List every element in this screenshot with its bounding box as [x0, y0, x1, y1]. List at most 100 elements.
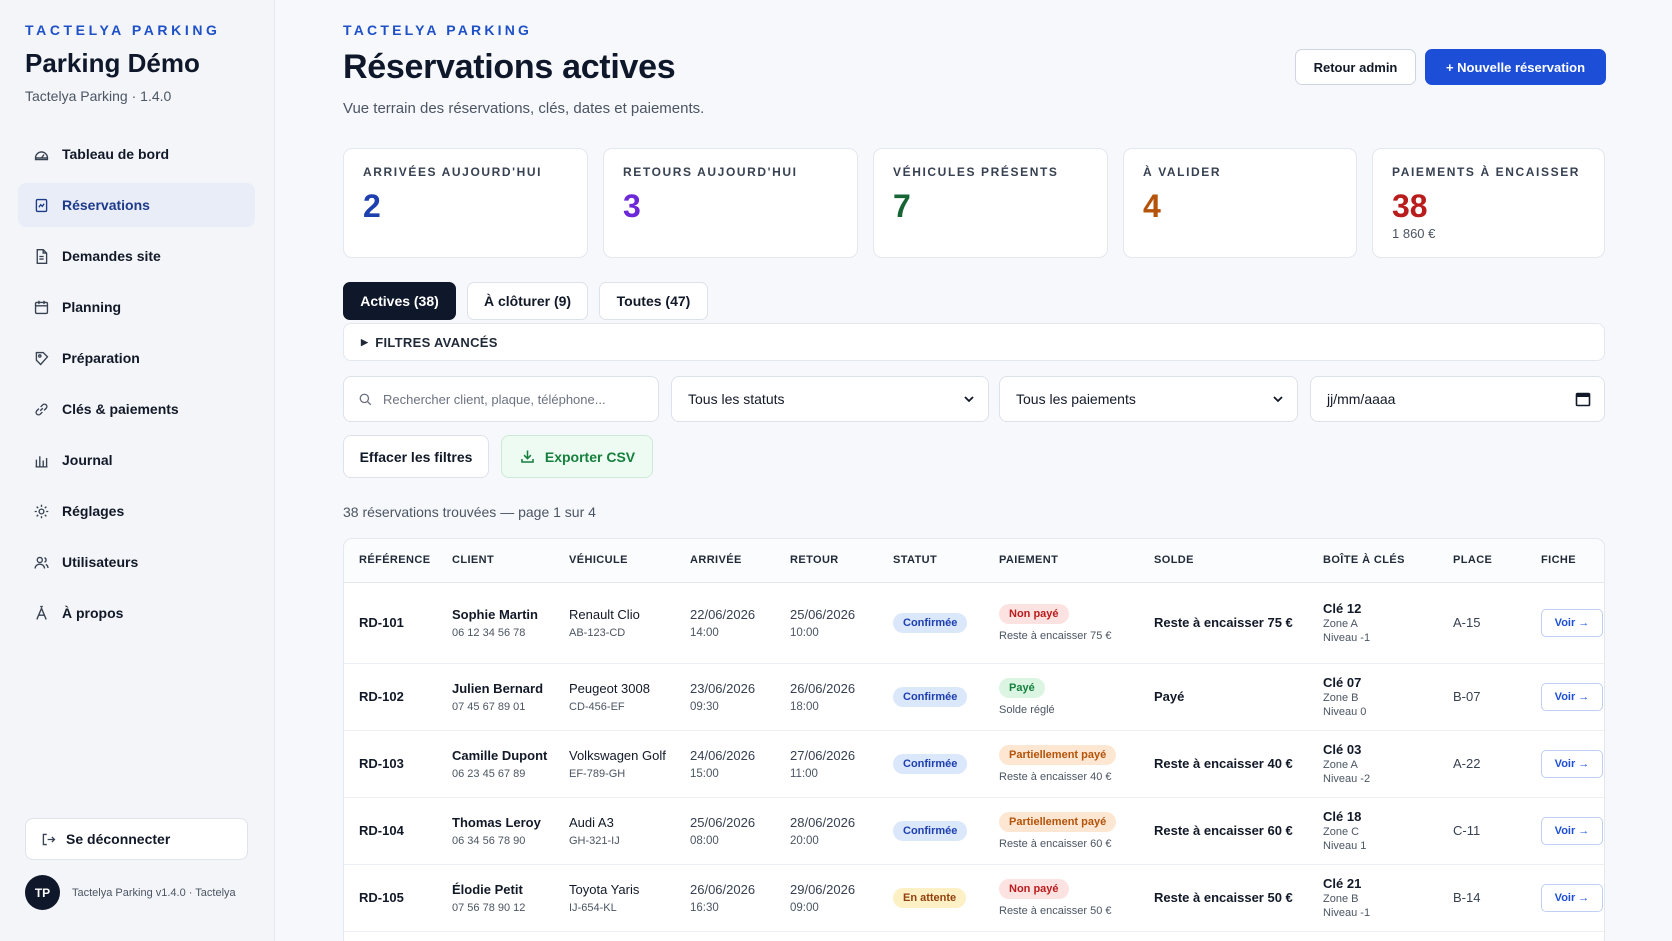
- payment-badge: Partiellement payé: [999, 811, 1117, 832]
- kpi-value: 4: [1143, 188, 1161, 224]
- arrival-time: 15:00: [690, 767, 719, 780]
- sidebar-item-demandes[interactable]: Demandes site: [18, 234, 255, 278]
- sidebar-item-dashboard[interactable]: Tableau de bord: [18, 132, 255, 176]
- tab-actives[interactable]: Actives (38): [343, 282, 456, 320]
- col-header[interactable]: PLACE: [1438, 539, 1526, 583]
- sidebar-item-label: Clés & paiements: [62, 401, 179, 417]
- chart-icon: [32, 451, 50, 469]
- advanced-filters-toggle[interactable]: ▶ FILTRES AVANCÉS: [343, 323, 1605, 361]
- export-csv-label: Exporter CSV: [544, 448, 636, 465]
- new-reservation-button[interactable]: + Nouvelle réservation: [1425, 49, 1606, 85]
- date-input[interactable]: jj/mm/aaaa: [1310, 376, 1605, 422]
- client-phone: 06 34 56 78 90: [452, 834, 526, 847]
- payment-note: Reste à encaisser 40 €: [999, 770, 1112, 783]
- balance: Reste à encaisser 60 €: [1154, 823, 1293, 838]
- tab-toutes[interactable]: Toutes (47): [599, 282, 708, 320]
- kpi-card-to-validate: À VALIDER 4: [1123, 148, 1357, 258]
- sidebar-item-journal[interactable]: Journal: [18, 438, 255, 482]
- table-row[interactable]: RD-103 Camille Dupont 06 23 45 67 89 Volk…: [344, 730, 1604, 798]
- view-button[interactable]: Voir →: [1541, 682, 1603, 711]
- client-name: Camille Dupont: [452, 747, 548, 763]
- sidebar-item-planning[interactable]: Planning: [18, 285, 255, 329]
- vehicle-plate: AB-123-CD: [569, 626, 626, 639]
- key-level: Niveau -1: [1323, 632, 1371, 644]
- col-header[interactable]: CLIENT: [437, 539, 554, 583]
- key-box: Clé 12: [1323, 601, 1362, 616]
- key-box: Clé 21: [1323, 876, 1362, 891]
- return-date: 27/06/2026: [790, 747, 856, 763]
- payment-note: Reste à encaisser 75 €: [999, 629, 1112, 642]
- back-admin-button[interactable]: Retour admin: [1295, 49, 1416, 85]
- col-header[interactable]: STATUT: [878, 539, 984, 583]
- avatar[interactable]: TP: [25, 875, 60, 910]
- balance: Payé: [1154, 689, 1185, 704]
- search-input[interactable]: Rechercher client, plaque, téléphone...: [343, 376, 659, 422]
- key-level: Niveau -2: [1323, 773, 1371, 785]
- sidebar-item-utilisateurs[interactable]: Utilisateurs: [18, 540, 255, 584]
- client-name: Élodie Petit: [452, 881, 523, 897]
- arrival-date: 26/06/2026: [690, 881, 756, 897]
- vehicle-plate: CD-456-EF: [569, 700, 625, 713]
- vehicle-model: Peugeot 3008: [569, 680, 650, 696]
- clear-filters-button[interactable]: Effacer les filtres: [343, 435, 489, 478]
- client-name: Sophie Martin: [452, 606, 538, 622]
- table-row[interactable]: RD-105 Élodie Petit 07 56 78 90 12 Toyota…: [344, 864, 1604, 932]
- sidebar-item-reglages[interactable]: Réglages: [18, 489, 255, 533]
- return-time: 18:00: [790, 700, 819, 713]
- dashboard-icon: [32, 145, 50, 163]
- arrival-time: 14:00: [690, 626, 719, 639]
- table-header-row: RÉFÉRENCE CLIENT VÉHICULE ARRIVÉE RETOUR…: [344, 539, 1604, 583]
- col-header[interactable]: RÉFÉRENCE: [344, 539, 437, 583]
- vehicle-plate: IJ-654-KL: [569, 901, 617, 914]
- table-row[interactable]: RD-104 Thomas Leroy 06 34 56 78 90 Audi A…: [344, 797, 1604, 865]
- status-select[interactable]: Tous les statuts: [671, 376, 989, 422]
- kpi-card-payments: PAIEMENTS À ENCAISSER 38 1 860 €: [1372, 148, 1605, 258]
- view-button[interactable]: Voir →: [1541, 749, 1603, 778]
- kpi-label: RETOURS AUJOURD'HUI: [623, 165, 798, 179]
- col-header[interactable]: SOLDE: [1139, 539, 1308, 583]
- balance: Reste à encaisser 75 €: [1154, 615, 1293, 630]
- kpi-card-vehicles: VÉHICULES PRÉSENTS 7: [873, 148, 1108, 258]
- sidebar-item-cles-paiements[interactable]: Clés & paiements: [18, 387, 255, 431]
- status-badge: Confirmée: [893, 753, 968, 774]
- parking-place: B-07: [1453, 689, 1481, 704]
- kpi-label: VÉHICULES PRÉSENTS: [893, 165, 1059, 179]
- export-csv-button[interactable]: Exporter CSV: [501, 435, 653, 478]
- status-select-value: Tous les statuts: [688, 391, 785, 407]
- sidebar-item-label: Planning: [62, 299, 122, 315]
- kpi-value: 7: [893, 188, 911, 224]
- vehicle-plate: GH-321-IJ: [569, 834, 620, 847]
- sidebar-nav: Tableau de bord Réservations Demandes si…: [18, 132, 255, 642]
- tab-a-cloturer[interactable]: À clôturer (9): [467, 282, 588, 320]
- sidebar-item-preparation[interactable]: Préparation: [18, 336, 255, 380]
- col-header[interactable]: VÉHICULE: [554, 539, 675, 583]
- kpi-row: ARRIVÉES AUJOURD'HUI 2 RETOURS AUJOURD'H…: [343, 148, 1605, 258]
- gear-icon: [32, 502, 50, 520]
- table-row[interactable]: RD-102 Julien Bernard 07 45 67 89 01 Peug…: [344, 663, 1604, 731]
- sidebar-item-label: Tableau de bord: [62, 146, 170, 162]
- view-button[interactable]: Voir →: [1541, 883, 1603, 912]
- key-zone: Zone A: [1323, 759, 1358, 771]
- calendar-icon[interactable]: [1575, 391, 1591, 407]
- col-header[interactable]: FICHE: [1526, 539, 1604, 583]
- payment-select[interactable]: Tous les paiements: [999, 376, 1298, 422]
- col-header[interactable]: PAIEMENT: [984, 539, 1139, 583]
- view-button[interactable]: Voir →: [1541, 608, 1603, 637]
- sidebar-item-label: À propos: [62, 605, 124, 621]
- kpi-value: 38: [1392, 188, 1428, 224]
- key-box: Clé 07: [1323, 675, 1362, 690]
- col-header[interactable]: BOÎTE À CLÉS: [1308, 539, 1438, 583]
- col-header[interactable]: ARRIVÉE: [675, 539, 775, 583]
- table-row[interactable]: RD-101 Sophie Martin 06 12 34 56 78 Renau…: [344, 582, 1604, 664]
- kpi-sub: 1 860 €: [1392, 226, 1436, 241]
- sidebar-item-reservations[interactable]: Réservations: [18, 183, 255, 227]
- kpi-label: PAIEMENTS À ENCAISSER: [1392, 165, 1581, 179]
- page-eyebrow: TACTELYA PARKING: [343, 22, 533, 38]
- tag-icon: [32, 349, 50, 367]
- col-header[interactable]: RETOUR: [775, 539, 878, 583]
- logout-button[interactable]: Se déconnecter: [25, 818, 248, 860]
- view-button[interactable]: Voir →: [1541, 816, 1603, 845]
- arrival-time: 08:00: [690, 834, 719, 847]
- sidebar-item-a-propos[interactable]: À propos: [18, 591, 255, 635]
- about-icon: [32, 604, 50, 622]
